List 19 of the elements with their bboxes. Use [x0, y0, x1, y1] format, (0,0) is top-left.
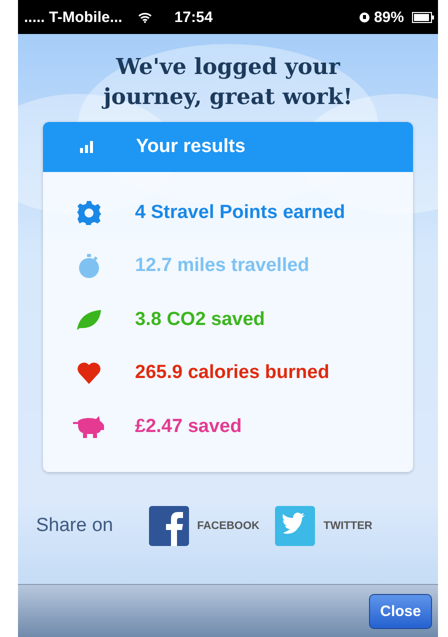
- bar-chart-icon: [80, 141, 94, 153]
- result-text: 4 Stravel Points earned: [135, 202, 346, 224]
- share-service-label[interactable]: FACEBOOK: [197, 520, 260, 532]
- rotation-lock-icon: [358, 12, 370, 22]
- result-text: 265.9 calories burned: [135, 362, 330, 384]
- facebook-logo-icon[interactable]: [149, 506, 190, 546]
- results-heading: Your results: [136, 136, 246, 158]
- carrier-name: ..... T-Mobile...: [24, 8, 122, 26]
- share-service-label[interactable]: TWITTER: [323, 520, 372, 532]
- battery-percent: 89%: [374, 8, 404, 26]
- close-button[interactable]: Close: [369, 594, 432, 628]
- result-text: £2.47 saved: [135, 416, 242, 438]
- title-heading: We've logged your journey, great work!: [100, 53, 354, 112]
- wifi-icon: [138, 12, 152, 22]
- result-text: 12.7 miles travelled: [135, 255, 310, 278]
- result-text: 3.8 CO2 saved: [135, 308, 265, 331]
- battery-icon: [412, 12, 434, 22]
- share-label: Share on: [36, 514, 114, 536]
- clock-time: 17:54: [174, 8, 213, 26]
